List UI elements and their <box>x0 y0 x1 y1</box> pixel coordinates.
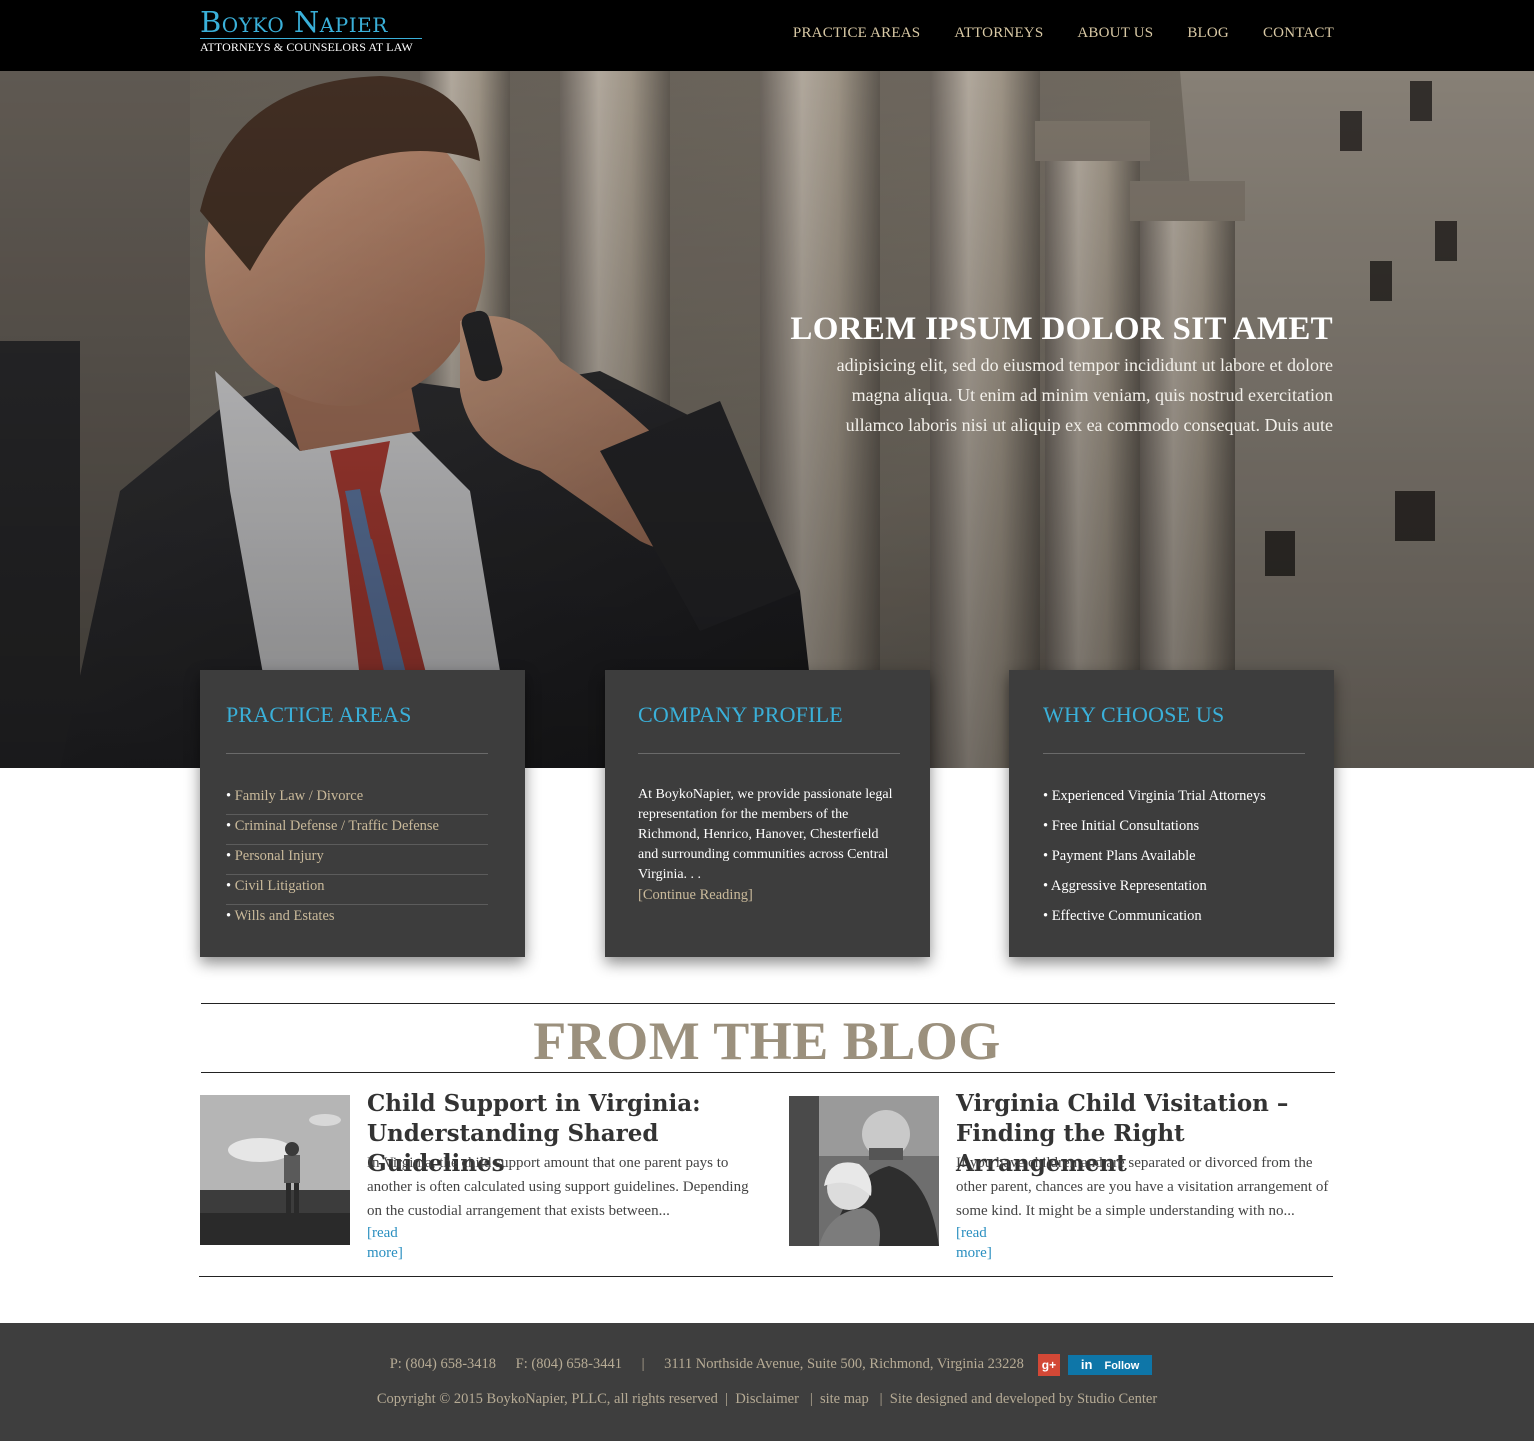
list-item: • Wills and Estates <box>226 908 335 924</box>
disclaimer-link[interactable]: Disclaimer <box>735 1391 799 1407</box>
list-item: • Personal Injury <box>226 845 488 875</box>
practice-areas-list: • Family Law / Divorce • Criminal Defens… <box>226 785 499 935</box>
why-choose-us-card: WHY CHOOSE US • Experienced Virginia Tri… <box>1009 670 1334 957</box>
practice-link[interactable]: Criminal Defense / Traffic Defense <box>235 818 439 834</box>
post-excerpt: If you have children and are separated o… <box>956 1155 1329 1219</box>
list-item-text: Free Initial Consultations <box>1051 818 1200 834</box>
divider <box>201 1003 1335 1004</box>
site-map-link[interactable]: site map <box>820 1391 869 1407</box>
footer-phone: P: (804) 658-3418 <box>389 1356 497 1373</box>
list-item-text: Experienced Virginia Trial Attorneys <box>1051 788 1266 804</box>
practice-link[interactable]: Family Law / Divorce <box>235 788 363 804</box>
post-image <box>200 1095 350 1245</box>
linkedin-follow-label: Follow <box>1104 1360 1140 1372</box>
list-item-text: Payment Plans Available <box>1051 848 1196 864</box>
site-footer: P: (804) 658-3418 F: (804) 658-3441 | 31… <box>0 1323 1534 1441</box>
blog-heading: FROM THE BLOG <box>533 1011 1001 1071</box>
list-item: • Effective Communication <box>1043 908 1202 924</box>
list-item: • Payment Plans Available <box>1043 848 1196 864</box>
nav-blog[interactable]: BLOG <box>1187 25 1229 42</box>
linkedin-follow-button[interactable]: in Follow <box>1067 1355 1153 1375</box>
footer-contact: P: (804) 658-3418 F: (804) 658-3441 | 31… <box>0 1354 1534 1376</box>
list-item: • Free Initial Consultations <box>1043 818 1200 834</box>
footer-legal: Copyright © 2015 BoykoNapier, PLLC, all … <box>376 1391 1158 1407</box>
card-title: WHY CHOOSE US <box>1043 702 1225 727</box>
practice-link[interactable]: Wills and Estates <box>234 908 334 924</box>
post-image <box>789 1096 939 1246</box>
hero-title: LOREM IPSUM DOLOR SIT AMET <box>790 311 1333 347</box>
logo-name: Boyko Napier <box>200 5 388 39</box>
hero-line: ullamco laboris nisi ut aliquip ex ea co… <box>845 415 1333 435</box>
post-excerpt: In Virginia, the child support amount th… <box>367 1155 749 1219</box>
linkedin-icon: in <box>1080 1357 1093 1372</box>
footer-separator: | <box>641 1356 645 1373</box>
practice-link[interactable]: Civil Litigation <box>235 878 325 894</box>
main-nav: PRACTICE AREAS ATTORNEYS ABOUT US BLOG C… <box>793 25 1334 42</box>
list-item: • Aggressive Representation <box>1043 878 1207 894</box>
practice-areas-card: PRACTICE AREAS • Family Law / Divorce • … <box>200 670 525 957</box>
divider <box>1043 753 1305 754</box>
hero-body: adipisicing elit, sed do eiusmod tempor … <box>713 350 1333 440</box>
post-thumbnail[interactable] <box>200 1095 350 1245</box>
company-profile-text: At BoykoNapier, we provide passionate le… <box>638 787 893 882</box>
why-choose-us-list: • Experienced Virginia Trial Attorneys •… <box>1043 785 1308 935</box>
hero-text: LOREM IPSUM DOLOR SIT AMET adipisicing e… <box>713 310 1333 440</box>
hero-line: adipisicing elit, sed do eiusmod tempor … <box>836 355 1333 375</box>
nav-contact[interactable]: CONTACT <box>1263 25 1334 42</box>
divider <box>226 753 488 754</box>
footer-fax: F: (804) 658-3441 <box>515 1356 623 1373</box>
divider <box>199 1276 1333 1277</box>
divider <box>201 1072 1335 1073</box>
read-more-link[interactable]: [read more] <box>367 1223 403 1263</box>
nav-practice-areas[interactable]: PRACTICE AREAS <box>793 25 920 42</box>
logo-tagline: ATTORNEYS & COUNSELORS AT LAW <box>200 40 413 54</box>
list-item-text: Aggressive Representation <box>1050 878 1207 894</box>
nav-attorneys[interactable]: ATTORNEYS <box>954 25 1043 42</box>
practice-link[interactable]: Personal Injury <box>235 848 324 864</box>
list-item-text: Effective Communication <box>1051 908 1202 924</box>
list-item: • Civil Litigation <box>226 875 488 905</box>
continue-reading-link[interactable]: [Continue Reading] <box>638 885 904 905</box>
copyright: Copyright © 2015 BoykoNapier, PLLC, all … <box>376 1391 718 1407</box>
list-item: • Criminal Defense / Traffic Defense <box>226 815 488 845</box>
logo[interactable]: Boyko Napier ATTORNEYS & COUNSELORS AT L… <box>200 6 424 54</box>
hero-line: magna aliqua. Ut enim ad minim veniam, q… <box>851 385 1333 405</box>
company-profile-card: COMPANY PROFILE At BoykoNapier, we provi… <box>605 670 930 957</box>
list-item: • Experienced Virginia Trial Attorneys <box>1043 788 1266 804</box>
credit-link[interactable]: Site designed and developed by Studio Ce… <box>890 1391 1157 1407</box>
google-plus-icon[interactable]: g+ <box>1037 1354 1060 1376</box>
footer-address: 3111 Northside Avenue, Suite 500, Richmo… <box>664 1356 1024 1373</box>
card-title: COMPANY PROFILE <box>638 702 843 727</box>
list-item: • Family Law / Divorce <box>226 785 488 815</box>
post-thumbnail[interactable] <box>789 1096 939 1246</box>
nav-about-us[interactable]: ABOUT US <box>1077 25 1153 42</box>
divider <box>638 753 900 754</box>
hero-banner: LOREM IPSUM DOLOR SIT AMET adipisicing e… <box>0 71 1534 768</box>
read-more-link[interactable]: [read more] <box>956 1223 992 1263</box>
site-header: Boyko Napier ATTORNEYS & COUNSELORS AT L… <box>0 0 1534 71</box>
card-title: PRACTICE AREAS <box>226 702 412 727</box>
